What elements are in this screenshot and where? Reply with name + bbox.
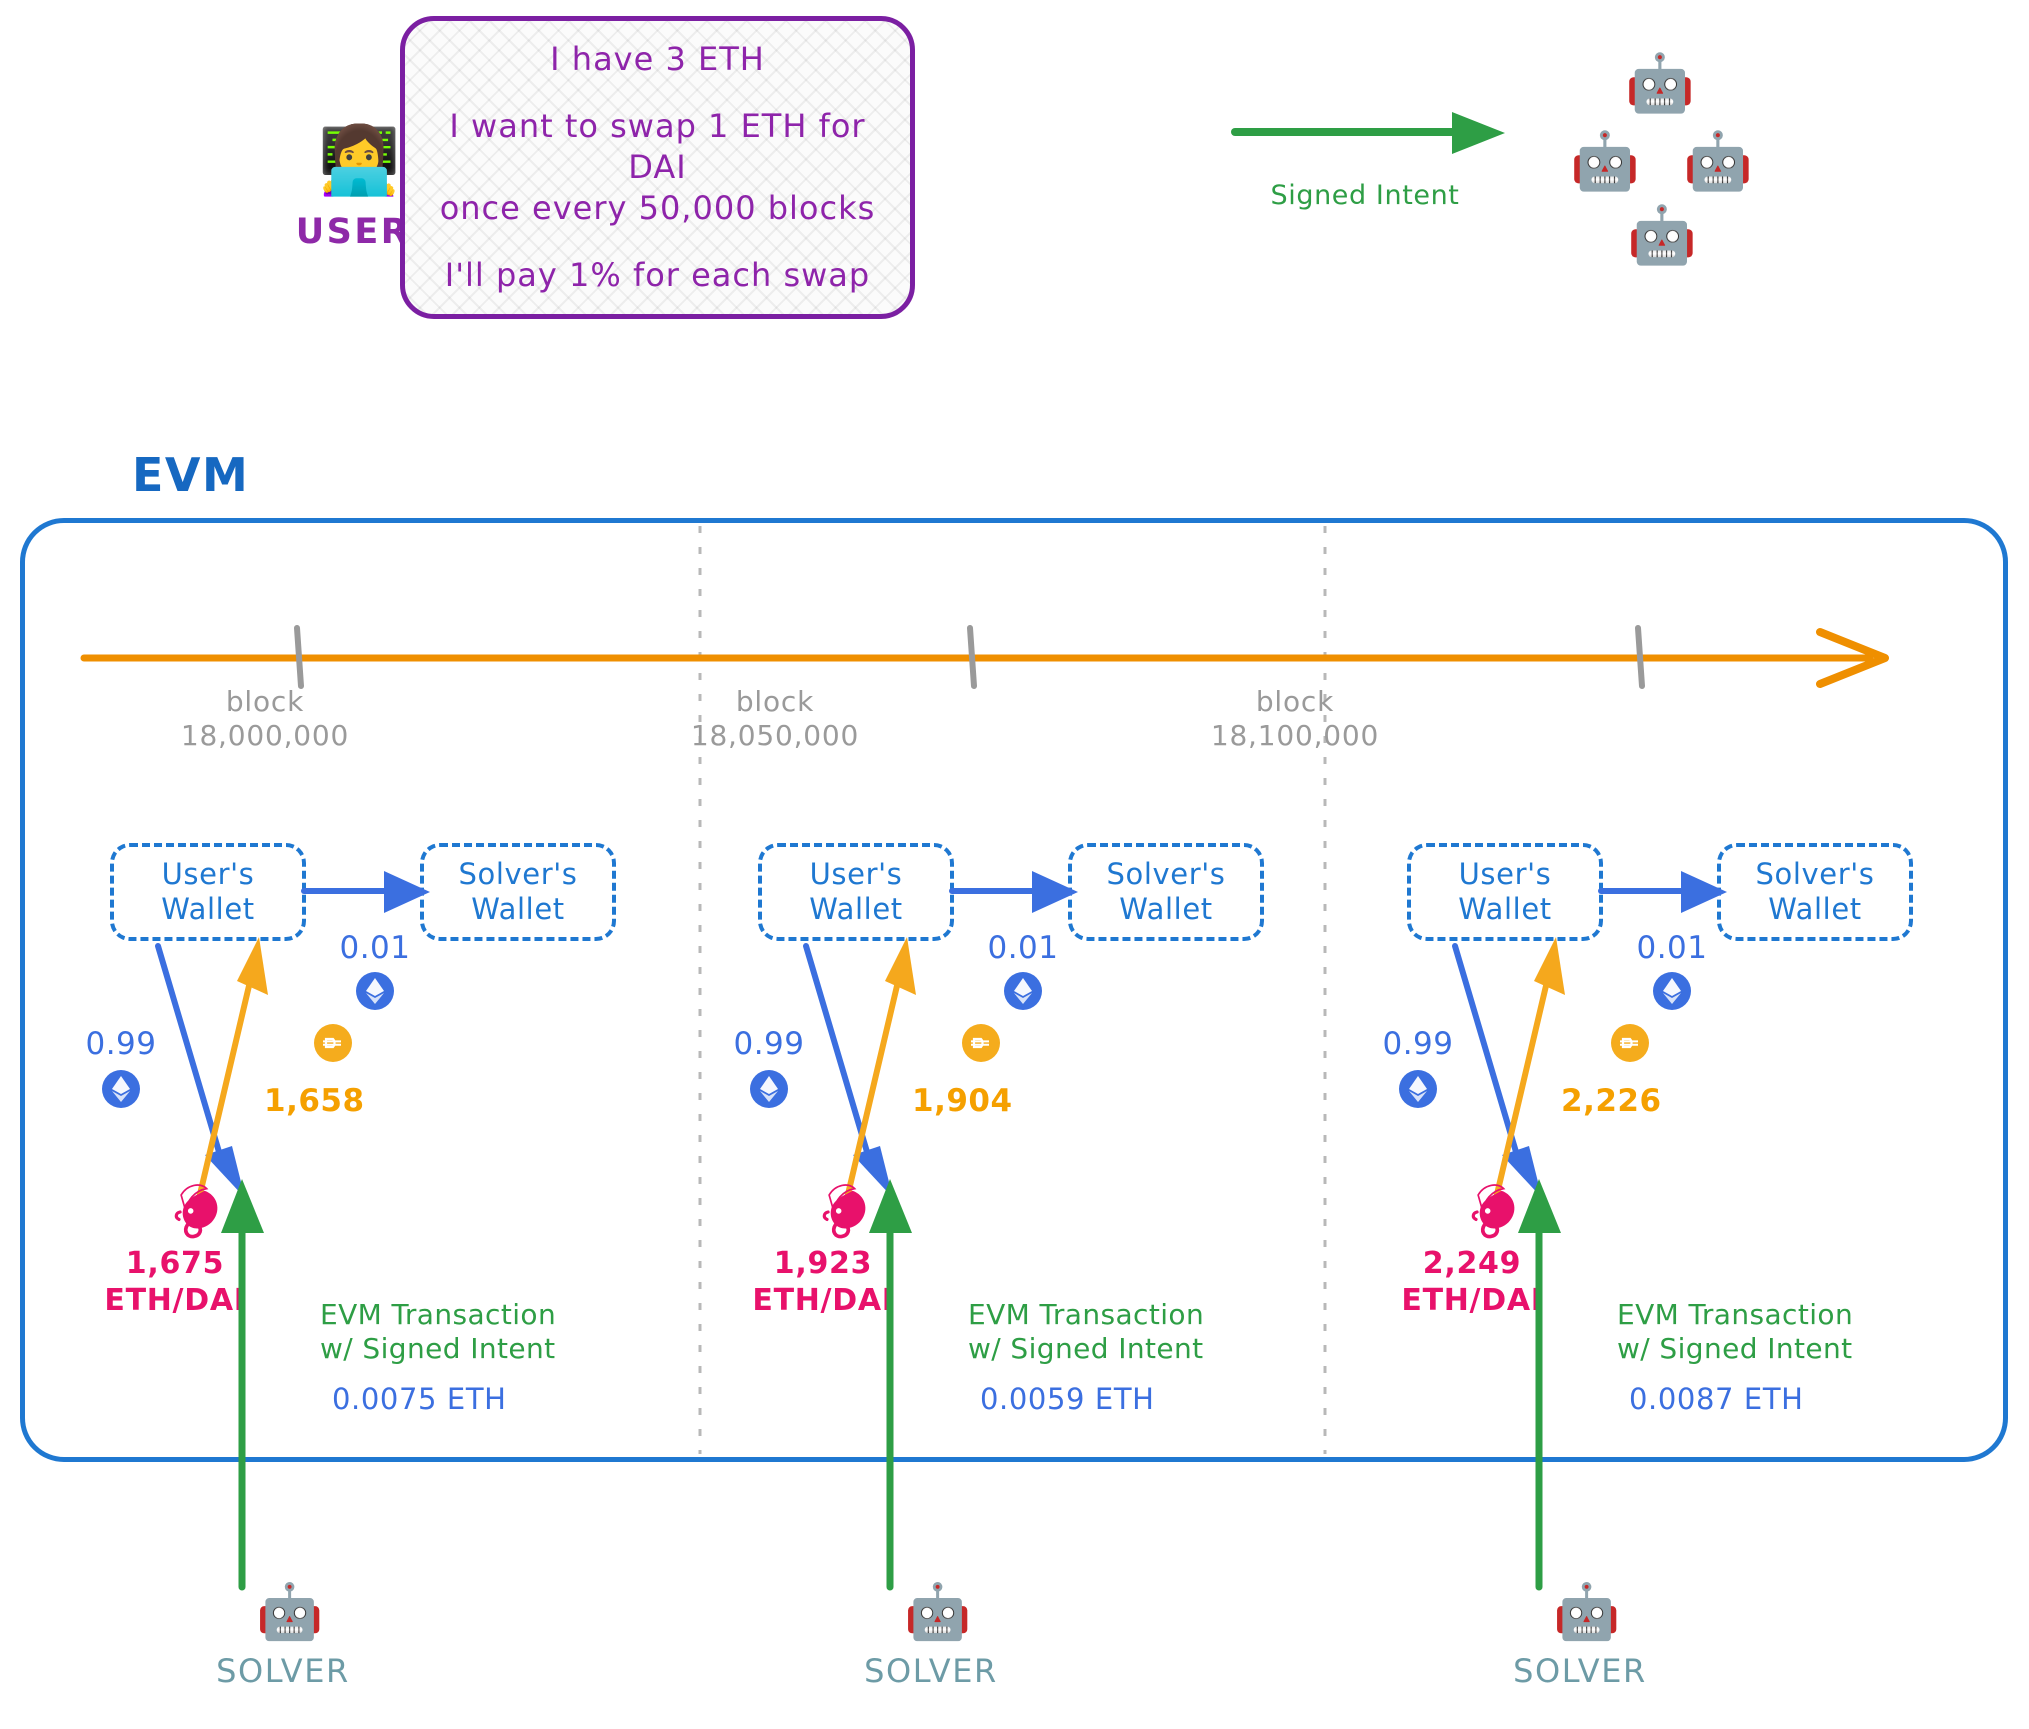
- in-amount: 1,904: [912, 1083, 1013, 1119]
- eth-token-icon: [1004, 972, 1042, 1010]
- solver-transaction-arrow-icon: [869, 1179, 912, 1591]
- user-wallet-box: User's Wallet: [758, 843, 954, 941]
- eth-token-icon: [356, 972, 394, 1010]
- solver-label: SOLVER: [1513, 1652, 1647, 1690]
- dai-token-icon: [962, 1024, 1000, 1062]
- solver-transaction-arrow-icon: [221, 1179, 264, 1591]
- solver-wallet-box: Solver's Wallet: [420, 843, 616, 941]
- eth-token-icon: [750, 1070, 788, 1108]
- solver-wallet-box: Solver's Wallet: [1717, 843, 1913, 941]
- user-wallet-box: User's Wallet: [110, 843, 306, 941]
- user-wallet-box: User's Wallet: [1407, 843, 1603, 941]
- dai-to-wallet-arrow-icon: [194, 937, 268, 1210]
- dai-token-icon: [314, 1024, 352, 1062]
- out-amount: 0.99: [1382, 1026, 1454, 1062]
- in-amount: 1,658: [264, 1083, 365, 1119]
- swap-column: User's Wallet Solver's Wallet 0.01 0.99: [1297, 0, 1937, 1729]
- tx-cost: 0.0059 ETH: [980, 1382, 1155, 1416]
- solver-transaction-arrow-icon: [1518, 1179, 1561, 1591]
- tx-cost: 0.0075 ETH: [332, 1382, 507, 1416]
- solver-robot-icon: 🤖: [904, 1580, 972, 1643]
- solver-robot-icon: 🤖: [256, 1580, 324, 1643]
- eth-token-icon: [1399, 1070, 1437, 1108]
- solver-robot-icon: 🤖: [1553, 1580, 1621, 1643]
- solver-wallet-box: Solver's Wallet: [1068, 843, 1264, 941]
- solver-label: SOLVER: [216, 1652, 350, 1690]
- in-amount: 2,226: [1561, 1083, 1662, 1119]
- swap-column: User's Wallet Solver's Wallet 0.01 0.99: [0, 0, 640, 1729]
- tx-cost: 0.0087 ETH: [1629, 1382, 1804, 1416]
- out-amount: 0.99: [733, 1026, 805, 1062]
- dai-to-wallet-arrow-icon: [1491, 937, 1565, 1210]
- solver-label: SOLVER: [864, 1652, 998, 1690]
- fee-amount: 0.01: [339, 930, 411, 966]
- tx-label: EVM Transaction w/ Signed Intent: [1617, 1298, 1854, 1365]
- fee-transfer-arrow-icon: [301, 871, 430, 913]
- fee-transfer-arrow-icon: [949, 871, 1078, 913]
- tx-label: EVM Transaction w/ Signed Intent: [320, 1298, 557, 1365]
- eth-token-icon: [102, 1070, 140, 1108]
- dai-token-icon: [1611, 1024, 1649, 1062]
- out-amount: 0.99: [85, 1026, 157, 1062]
- eth-token-icon: [1653, 972, 1691, 1010]
- tx-label: EVM Transaction w/ Signed Intent: [968, 1298, 1205, 1365]
- swap-column: User's Wallet Solver's Wallet 0.01 0.99: [648, 0, 1288, 1729]
- fee-amount: 0.01: [987, 930, 1059, 966]
- fee-amount: 0.01: [1636, 930, 1708, 966]
- fee-transfer-arrow-icon: [1598, 871, 1727, 913]
- diagram-canvas: 👩‍💻 USER I have 3 ETH I want to swap 1 E…: [0, 0, 2029, 1729]
- dai-to-wallet-arrow-icon: [842, 937, 916, 1210]
